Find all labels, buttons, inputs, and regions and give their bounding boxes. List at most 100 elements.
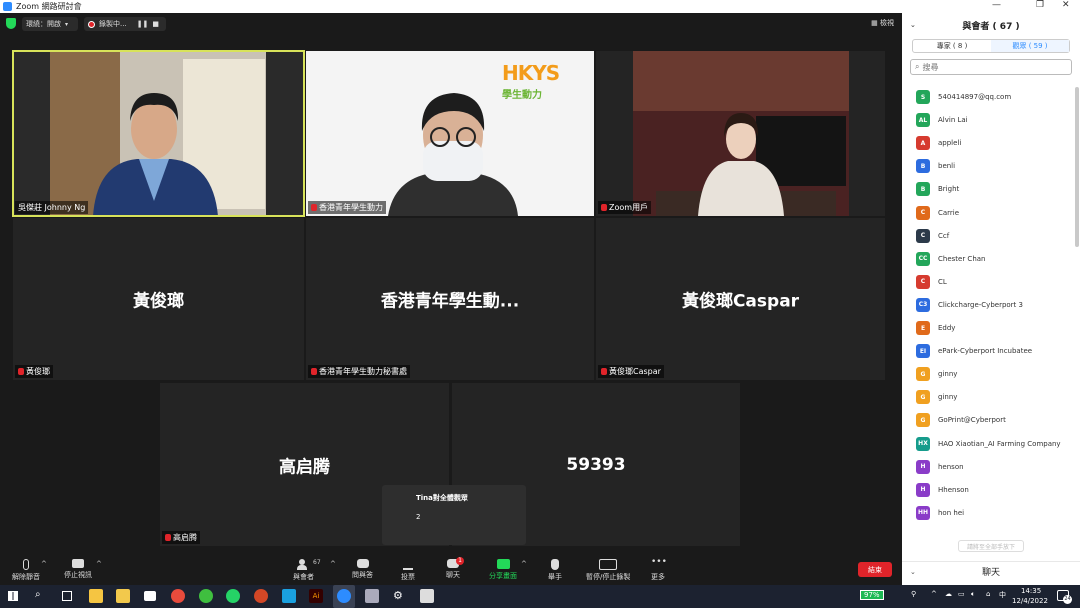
pause-recording-icon[interactable]: ❚❚ <box>137 20 149 28</box>
participant-row[interactable]: B Bright <box>916 182 959 197</box>
ime-indicator[interactable]: 中 <box>999 590 1006 600</box>
security-shield-icon[interactable] <box>6 18 16 29</box>
chat-notification-popup[interactable]: Tina對全體觀眾 2 <box>382 485 526 545</box>
meeting-toolbar: 解除靜音 ^ 停止視訊 ^ 與會者 67 ^ 問與答 投票 聊天 1 分享畫面 … <box>0 557 902 585</box>
record-label: 暫停/停止錄製 <box>586 573 631 581</box>
tab-panelists[interactable]: 專家 ( 8 ) <box>913 40 991 52</box>
participant-row[interactable]: EI ePark-Cyberport Incubatee <box>916 344 1032 359</box>
participant-row[interactable]: Aappleli <box>916 136 961 151</box>
file-explorer-icon[interactable] <box>116 589 130 603</box>
participants-button[interactable]: 與會者 <box>293 559 314 582</box>
app-icon[interactable] <box>365 589 379 603</box>
wechat-icon[interactable] <box>199 589 213 603</box>
participant-row[interactable]: C CL <box>916 274 947 289</box>
video-tile-zoom-user[interactable]: Zoom用戶 <box>596 51 885 216</box>
participant-row[interactable]: E Eddy <box>916 321 955 335</box>
mic-muted-icon <box>18 368 24 375</box>
more-button[interactable]: ••• 更多 <box>651 558 667 582</box>
video-tile-wong[interactable]: 黃俊瑯 黃俊瑯 <box>13 218 304 380</box>
mic-muted-icon <box>601 204 607 211</box>
minimize-icon[interactable]: — <box>992 0 1001 10</box>
windows-start-icon[interactable] <box>8 591 18 601</box>
unmute-button[interactable]: 解除靜音 <box>12 559 40 582</box>
illustrator-icon[interactable]: Ai <box>309 589 323 603</box>
tile-nameplate: 香港青年學生動力 <box>308 201 386 214</box>
task-view-icon[interactable] <box>62 591 72 601</box>
video-tile-johnny[interactable]: 吳傑莊 Johnny Ng <box>12 50 305 217</box>
panel-title: 與會者 ( 67 ) <box>962 21 1020 32</box>
share-screen-icon <box>496 559 510 569</box>
line-icon[interactable] <box>282 589 296 603</box>
participant-row[interactable]: AL Alvin Lai <box>916 113 968 128</box>
participant-row[interactable]: C3 Clickcharge-Cyberport 3 <box>916 297 1023 312</box>
stop-recording-icon[interactable]: ■ <box>152 20 159 28</box>
gallery-view-button[interactable]: ▦ 檢視 <box>871 18 894 28</box>
clock-time[interactable]: 14:35 <box>1021 587 1041 595</box>
participant-row[interactable]: S 540414897@qq.com <box>916 90 1011 104</box>
zoom-icon <box>3 2 12 11</box>
network-icon[interactable]: ⌂ <box>986 590 990 598</box>
video-tile-hkys-secretariat[interactable]: 香港青年學生動... 香港青年學生動力秘書處 <box>306 218 594 380</box>
chevron-up-icon[interactable]: ^ <box>96 560 102 568</box>
raise-hand-button[interactable]: 舉手 <box>548 559 562 582</box>
polls-button[interactable]: 投票 <box>401 559 415 582</box>
participant-row[interactable]: C Carrie <box>916 205 959 220</box>
search-input[interactable]: ⌕ 搜尋 <box>910 59 1072 75</box>
lower-all-hands-button[interactable]: 請將至全部手放下 <box>958 540 1024 552</box>
collapse-chevron-icon[interactable]: ⌄ <box>910 21 916 29</box>
mail-icon[interactable] <box>144 591 156 601</box>
chrome-icon[interactable] <box>171 589 185 603</box>
battery-indicator[interactable]: 97% <box>860 590 884 600</box>
participant-row[interactable]: Hhenson <box>916 459 964 474</box>
participant-row[interactable]: HX HAO Xiaotian_AI Farming Company <box>916 436 1061 451</box>
scrollbar[interactable] <box>1075 87 1079 247</box>
participant-row[interactable]: G GoPrint@Cyberport <box>916 413 1006 428</box>
participant-row[interactable]: Gginny <box>916 390 957 405</box>
chevron-up-icon[interactable]: ^ <box>521 560 527 568</box>
share-screen-button[interactable]: 分享畫面 <box>489 559 517 581</box>
photos-icon[interactable] <box>420 589 434 603</box>
clock-date[interactable]: 12/4/2022 <box>1012 597 1048 605</box>
participant-row[interactable]: Bbenli <box>916 159 955 174</box>
settings-gear-icon[interactable]: ⚙ <box>393 589 407 603</box>
whatsapp-icon[interactable] <box>226 589 240 603</box>
chevron-up-icon[interactable]: ^ <box>931 590 937 598</box>
end-meeting-button[interactable]: 結束 <box>858 562 892 577</box>
avatar: H <box>916 459 930 474</box>
search-icon[interactable]: ⌕ <box>35 589 41 600</box>
video-tile-hkys[interactable]: HKYS 學生動力 香港青年學生動力 <box>306 51 594 216</box>
maximize-icon[interactable]: ❐ <box>1036 0 1044 10</box>
chevron-up-icon[interactable]: ^ <box>41 560 47 568</box>
gallery-label: 檢視 <box>880 19 894 27</box>
zoom-taskbar-icon[interactable] <box>333 585 355 608</box>
cloud-icon[interactable]: ☁ <box>945 590 952 598</box>
stop-video-button[interactable]: 停止視訊 <box>64 559 92 580</box>
participant-row[interactable]: C Ccf <box>916 228 949 243</box>
mic-muted-icon <box>311 368 317 375</box>
video-tile-caspar[interactable]: 黃俊瑯Caspar 黃俊瑯Caspar <box>596 218 885 380</box>
battery-icon[interactable]: ▭ <box>958 590 965 598</box>
popup-message: 2 <box>416 513 421 521</box>
record-dot-icon <box>88 20 95 28</box>
close-icon[interactable]: ✕ <box>1062 0 1070 10</box>
powerpoint-icon[interactable] <box>254 589 268 603</box>
participant-row[interactable]: CC Chester Chan <box>916 251 985 266</box>
participant-row[interactable]: Gginny <box>916 367 957 382</box>
tile-name: 高启腾 <box>173 533 197 542</box>
chat-section-header[interactable]: ⌄ 聊天 <box>902 561 1080 581</box>
window-title: Zoom 網路研討會 <box>16 2 82 11</box>
participant-row[interactable]: H Hhenson <box>916 482 969 497</box>
qa-button[interactable]: 問與答 <box>352 559 373 580</box>
tab-attendees[interactable]: 觀眾 ( 59 ) <box>991 40 1069 52</box>
view-dropdown[interactable]: 環繞：開啟 ▾ <box>22 17 78 31</box>
chevron-up-icon[interactable]: ^ <box>330 560 336 568</box>
participant-video <box>596 51 885 216</box>
person-icon[interactable]: ⚲ <box>911 590 916 598</box>
participants-count: 67 <box>313 559 321 566</box>
pause-stop-recording-button[interactable]: 暫停/停止錄製 <box>586 559 630 582</box>
participant-row[interactable]: HH hon hei <box>916 505 964 520</box>
avatar: CC <box>916 251 930 266</box>
store-icon[interactable] <box>89 589 103 603</box>
recording-label: 錄製中... <box>99 20 127 28</box>
volume-icon[interactable]: 🔈︎ <box>971 590 975 599</box>
